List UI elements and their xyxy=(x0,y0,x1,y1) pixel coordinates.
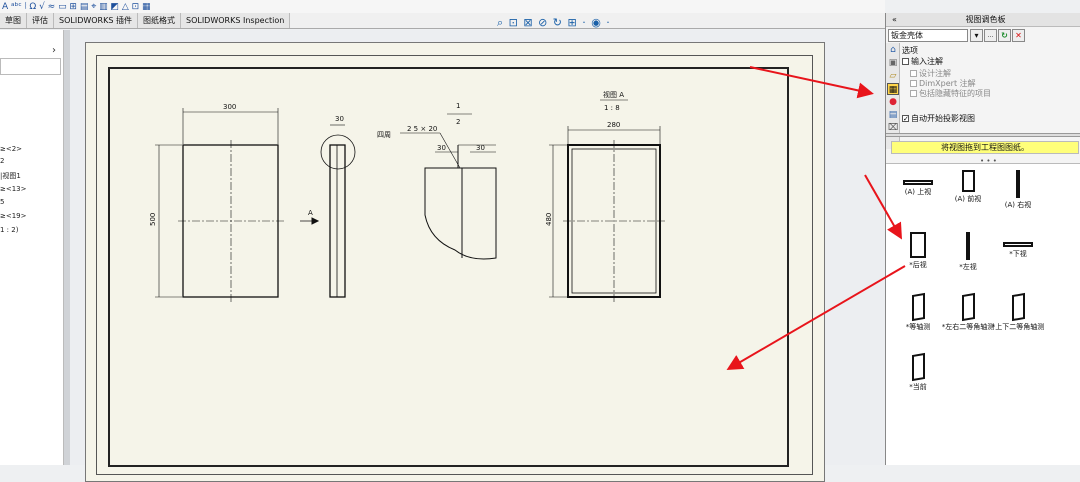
checkbox[interactable] xyxy=(902,58,909,65)
view-palette-title: 视图调色板 xyxy=(965,15,1006,24)
palette-divider[interactable] xyxy=(886,133,1080,137)
tab-evaluate[interactable]: 评估 xyxy=(27,13,54,28)
document-select[interactable]: 钣金壳体 xyxy=(888,29,968,42)
tree-item[interactable]: 2 xyxy=(0,157,4,165)
tree-item[interactable]: |视图1 xyxy=(0,171,21,181)
collapse-icon[interactable]: « xyxy=(892,15,897,24)
auto-projection-option[interactable]: 自动开始投影视图 xyxy=(902,113,975,124)
view-thumb-right[interactable]: (A) 右视 xyxy=(988,170,1048,210)
annotation-toolbar: A ᵃᵇᶜ ⦚ Ω √ ≈ ▭ ⊞ ▤ ⌖ ▥ ◩ △ ⊡ ▦ xyxy=(0,0,885,13)
tab-sheet-format[interactable]: 图纸格式 xyxy=(137,13,181,28)
tree-item[interactable]: 1 : 2) xyxy=(0,226,18,234)
view-palette: « 视图调色板 钣金壳体 ▾ ... ↻ ✕ ⌂ ▣ ▱ ▦ ● ▤ ⌧ 选项 … xyxy=(885,13,1080,465)
drag-message: 将视图拖到工程图图纸。 xyxy=(891,141,1079,154)
appearance-icon[interactable]: ● xyxy=(887,96,899,108)
tree-item[interactable]: 5 xyxy=(0,198,4,206)
tree-item[interactable]: ≥<2> xyxy=(0,145,22,153)
close-button[interactable]: ✕ xyxy=(1012,29,1025,42)
home-icon[interactable]: ⌂ xyxy=(887,44,899,56)
view-thumb-current[interactable]: *当前 xyxy=(888,352,948,392)
options-label: 选项 xyxy=(902,46,918,55)
folder-icon[interactable]: ▱ xyxy=(887,70,899,82)
tree-item[interactable]: ≥<19> xyxy=(0,212,27,220)
tab-sketch[interactable]: 草图 xyxy=(0,13,27,28)
palette-options: 选项 输入注解 设计注解 DimXpert 注解 包括隐藏特征的项目 自动开始投… xyxy=(900,44,1080,136)
sidebar-filter-input[interactable] xyxy=(0,58,61,75)
view-thumbnails: (A) 上视 (A) 前视 (A) 右视 *后视 *左视 *下视 *等轴测 *左… xyxy=(886,163,1080,465)
heads-up-view-toolbar[interactable]: ⌕ ⊡ ⊠ ⊘ ↻ ⊞ · ◉ · xyxy=(497,16,611,30)
hidden-features-option: 包括隐藏特征的项目 xyxy=(910,88,991,99)
view-thumb-bottom[interactable]: *下视 xyxy=(988,232,1048,259)
browse-button[interactable]: ... xyxy=(984,29,997,42)
tree-item[interactable]: ≥<13> xyxy=(0,185,27,193)
view-palette-header: « 视图调色板 xyxy=(886,13,1080,27)
checkbox-checked[interactable] xyxy=(902,115,909,122)
chevron-right-icon[interactable]: › xyxy=(52,45,56,56)
custom-properties-icon[interactable]: ▤ xyxy=(887,109,899,121)
feature-manager-sidebar: › ≥<2> 2 |视图1 ≥<13> 5 ≥<19> 1 : 2) xyxy=(0,30,64,465)
tab-addins[interactable]: SOLIDWORKS 插件 xyxy=(54,13,138,28)
view-palette-icon[interactable]: ▦ xyxy=(887,83,899,95)
view-thumb-trimetric[interactable]: *上下二等角轴测 xyxy=(988,292,1048,332)
input-annotations-option[interactable]: 输入注解 xyxy=(902,56,943,67)
refresh-button[interactable]: ↻ xyxy=(998,29,1011,42)
parts-library-icon[interactable]: ▣ xyxy=(887,57,899,69)
command-tabs: 草图 评估 SOLIDWORKS 插件 图纸格式 SOLIDWORKS Insp… xyxy=(0,13,885,29)
dropdown-button[interactable]: ▾ xyxy=(970,29,983,42)
tab-inspection[interactable]: SOLIDWORKS Inspection xyxy=(180,13,291,28)
sheet-border-inner xyxy=(108,67,789,467)
toolbar-icons[interactable]: A ᵃᵇᶜ ⦚ Ω √ ≈ ▭ ⊞ ▤ ⌖ ▥ ◩ △ ⊡ ▦ xyxy=(2,2,151,12)
